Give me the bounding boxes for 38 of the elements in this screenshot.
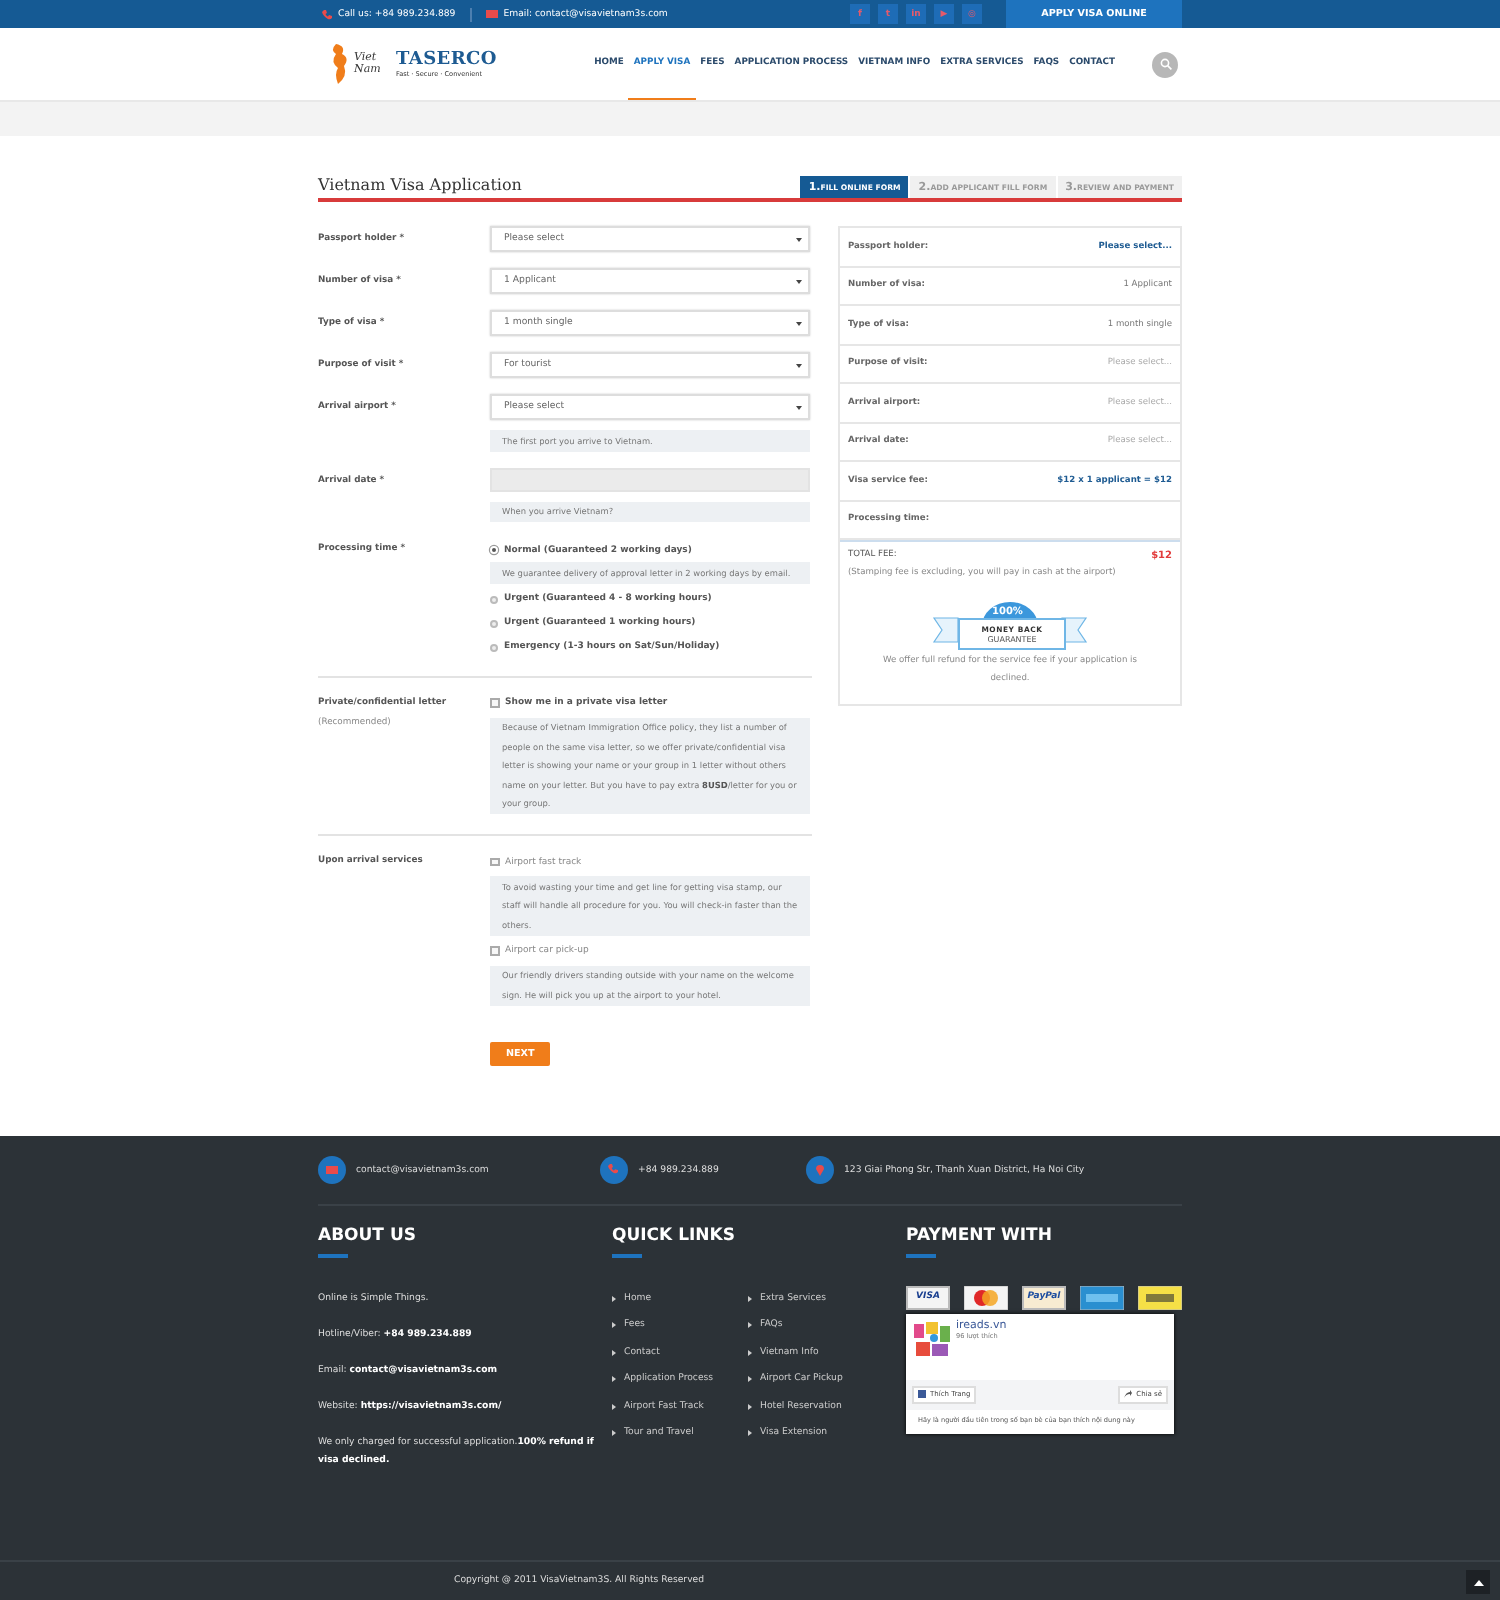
caret-icon bbox=[612, 1376, 616, 1383]
contact-icon bbox=[600, 1156, 628, 1184]
card-logo-icon bbox=[964, 1285, 1008, 1309]
caret-icon bbox=[748, 1349, 752, 1356]
radio-button[interactable] bbox=[490, 643, 498, 651]
back-to-top-button[interactable] bbox=[1466, 1570, 1490, 1594]
facebook-icon bbox=[918, 1390, 926, 1398]
caret-icon bbox=[748, 1295, 752, 1301]
checkbox[interactable] bbox=[490, 946, 499, 956]
checkbox[interactable] bbox=[490, 698, 499, 708]
search-icon bbox=[1159, 58, 1171, 70]
caret-icon bbox=[612, 1430, 616, 1437]
caret-icon bbox=[612, 1322, 616, 1329]
logo-name: TASERCO bbox=[396, 50, 497, 70]
section-heading: QUICK LINKS bbox=[612, 1226, 737, 1246]
caret-icon bbox=[612, 1403, 616, 1410]
mail-icon bbox=[485, 10, 498, 18]
caret-icon bbox=[612, 1295, 616, 1301]
caret-icon bbox=[612, 1349, 616, 1356]
checkbox[interactable] bbox=[490, 857, 499, 867]
card-logo-icon bbox=[1080, 1285, 1124, 1309]
phone-icon bbox=[322, 9, 332, 19]
radio-button[interactable] bbox=[490, 619, 498, 627]
radio-button[interactable] bbox=[490, 595, 498, 603]
section-heading: ABOUT US bbox=[318, 1226, 418, 1246]
date-field[interactable] bbox=[490, 467, 810, 491]
caret-icon bbox=[748, 1403, 752, 1410]
card-logo-icon bbox=[1138, 1285, 1182, 1309]
caret-icon bbox=[748, 1430, 752, 1437]
caret-icon bbox=[748, 1322, 752, 1329]
contact-icon bbox=[318, 1156, 346, 1184]
form-title: Vietnam Visa Application bbox=[318, 176, 522, 198]
section-heading: PAYMENT WITH bbox=[906, 1226, 1054, 1246]
share-icon bbox=[1124, 1390, 1133, 1398]
search-button[interactable] bbox=[1152, 51, 1178, 77]
caret-up-icon bbox=[1473, 1579, 1483, 1585]
caret-icon bbox=[748, 1376, 752, 1383]
contact-icon bbox=[806, 1156, 834, 1184]
